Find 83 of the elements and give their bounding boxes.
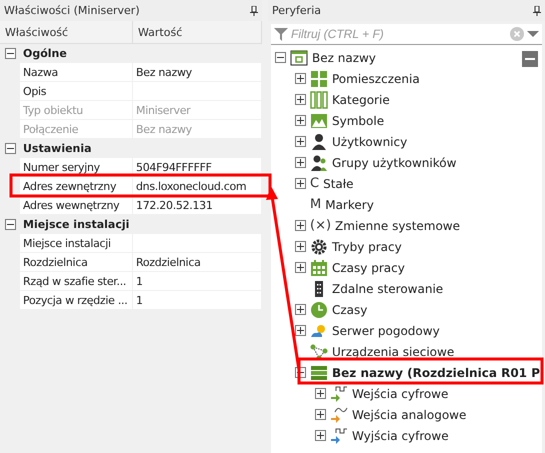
column-header[interactable]: Wartość <box>133 21 262 43</box>
bars-icon <box>310 90 328 108</box>
group-header[interactable]: Miejsce instalacji <box>20 215 262 234</box>
property-name: Miejsce instalacji <box>20 234 133 253</box>
expand-toggle[interactable] <box>295 304 306 315</box>
property-name: Rozdzielnica <box>20 253 133 272</box>
tree-item[interactable]: Czasy pracy <box>332 260 405 274</box>
collapse-toggle[interactable] <box>4 143 16 154</box>
pin-icon[interactable] <box>250 6 258 16</box>
collapse-all-button[interactable] <box>522 51 538 67</box>
tree-item[interactable]: Wejścia cyfrowe <box>352 386 448 400</box>
property-name: Rząd w szafie ster... <box>20 272 133 291</box>
pin-icon[interactable] <box>533 6 541 16</box>
tree-item[interactable]: Tryby pracy <box>332 240 402 254</box>
property-name: Pozycja w rzędzie ... <box>20 291 133 310</box>
expand-toggle[interactable] <box>295 115 306 126</box>
expand-toggle[interactable] <box>295 136 306 147</box>
clock-icon <box>310 300 328 318</box>
property-name: Nazwa <box>20 63 133 82</box>
tree-item[interactable]: Markery <box>325 198 374 212</box>
expand-toggle[interactable] <box>295 325 306 336</box>
collapse-toggle[interactable] <box>4 219 16 230</box>
filter-field[interactable]: Filtruj (CTRL + F) <box>271 24 542 45</box>
expand-toggle[interactable] <box>295 178 306 189</box>
tree-item[interactable]: Pomieszczenia <box>332 72 420 86</box>
property-name: Typ obiektu <box>20 101 133 120</box>
tree-item[interactable]: Użytkownicy <box>332 134 408 148</box>
tree-item[interactable]: Serwer pogodowy <box>332 324 440 338</box>
tree-item[interactable]: Wyjścia cyfrowe <box>352 428 449 442</box>
expand-toggle[interactable] <box>295 262 306 273</box>
tree-item[interactable]: Stałe <box>323 176 354 190</box>
tree-item[interactable]: Zmienne systemowe <box>335 218 460 232</box>
tree-item[interactable]: Urządzenia sieciowe <box>332 344 454 358</box>
tree-item[interactable]: Czasy <box>332 302 368 316</box>
cabinet-icon <box>310 364 328 382</box>
property-value[interactable]: dns.loxonecloud.com <box>133 177 262 196</box>
panel-title: Właściwości (Miniserver) <box>4 4 140 17</box>
device-icon <box>290 48 308 66</box>
network-icon <box>310 342 328 360</box>
property-name: Adres zewnętrzny <box>20 177 133 196</box>
column-header[interactable]: Właściwość <box>0 21 133 43</box>
tree-item[interactable]: Bez nazwy (Rozdzielnica R01 P <box>332 366 540 380</box>
property-name: Połączenie <box>20 120 133 139</box>
image-icon <box>310 112 328 130</box>
group-header[interactable]: Ogólne <box>20 44 262 63</box>
minus-icon <box>525 58 535 60</box>
analog-input-icon <box>330 406 348 424</box>
tree-item[interactable]: Bez nazwy <box>312 50 376 64</box>
tree-item[interactable]: Grupy użytkowników <box>332 156 456 170</box>
digital-output-icon <box>330 426 348 444</box>
tree-item[interactable]: Wejścia analogowe <box>352 408 466 422</box>
filter-icon <box>274 27 288 41</box>
tree-item[interactable]: Zdalne sterowanie <box>332 282 444 296</box>
digital-input-icon <box>330 384 348 402</box>
symbol-icon: C <box>310 176 320 191</box>
collapse-toggle[interactable] <box>4 48 16 59</box>
panel-title: Peryferia <box>272 4 322 17</box>
tree-item[interactable]: Kategorie <box>332 92 390 106</box>
grid-icon <box>310 70 328 88</box>
property-name: Opis <box>20 82 133 101</box>
property-value[interactable]: 1 <box>133 272 262 291</box>
expand-toggle[interactable] <box>295 220 306 231</box>
symbol-icon: (×) <box>310 218 332 233</box>
expand-toggle[interactable] <box>315 409 326 420</box>
user-icon <box>310 132 328 150</box>
property-value[interactable]: 1 <box>133 291 262 310</box>
group-header[interactable]: Ustawienia <box>20 139 262 158</box>
property-value[interactable]: Bez nazwy <box>133 63 262 82</box>
expand-toggle[interactable] <box>315 388 326 399</box>
filter-input[interactable]: Filtruj (CTRL + F) <box>291 27 507 41</box>
expand-toggle[interactable] <box>295 73 306 84</box>
expand-toggle[interactable] <box>315 430 326 441</box>
property-value[interactable]: Rozdzielnica <box>133 253 262 272</box>
expand-toggle[interactable] <box>295 241 306 252</box>
tree-item[interactable]: Symbole <box>332 114 384 128</box>
dropdown-caret-icon[interactable] <box>527 30 539 38</box>
expand-toggle[interactable] <box>295 157 306 168</box>
users-icon <box>310 154 328 172</box>
gear-icon <box>310 238 328 256</box>
expand-toggle[interactable] <box>295 94 306 105</box>
collapse-toggle[interactable] <box>275 52 286 63</box>
symbol-icon: M <box>310 197 322 212</box>
calendar-icon <box>310 258 328 276</box>
